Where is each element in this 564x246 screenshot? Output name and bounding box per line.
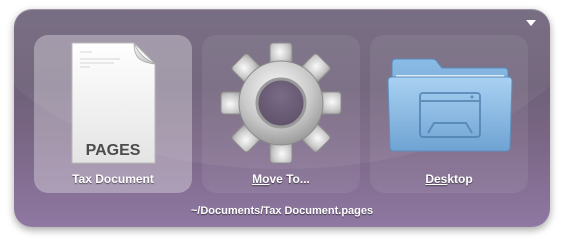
tile-desktop[interactable]: Desktop: [370, 35, 528, 193]
file-path: ~/Documents/Tax Document.pages: [190, 205, 374, 217]
tile-label-desktop: Desktop: [425, 172, 473, 186]
options-menu-arrow-icon[interactable]: [526, 20, 536, 26]
doc-type-label: PAGES: [86, 142, 141, 159]
tile-tax-document[interactable]: PAGES Tax Document: [34, 35, 192, 193]
tile-label-tax-document: Tax Document: [72, 172, 154, 186]
quick-actions-panel: PAGES Tax Document Move To... Desktop ~/…: [14, 9, 550, 227]
tile-move-to[interactable]: Move To...: [202, 35, 360, 193]
pages-document-icon: PAGES: [71, 42, 156, 164]
tile-label-move-to: Move To...: [252, 172, 310, 186]
gear-icon: [220, 42, 342, 164]
blue-folder-icon: [387, 58, 513, 152]
